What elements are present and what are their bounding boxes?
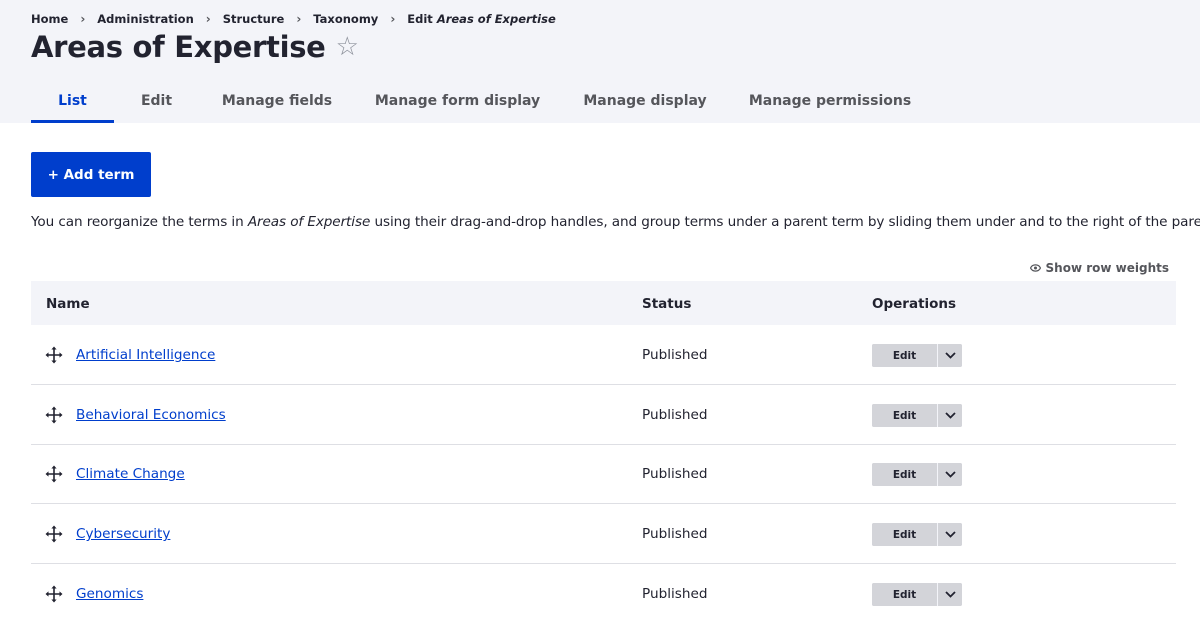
help-text: You can reorganize the terms in Areas of… [31,214,1200,230]
breadcrumb-taxonomy[interactable]: Taxonomy [313,12,378,26]
chevron-down-icon [944,531,956,538]
operations-toggle[interactable] [938,523,962,546]
edit-button[interactable]: Edit [872,344,938,367]
operations-toggle[interactable] [938,344,962,367]
chevron-right-icon: › [205,12,211,26]
chevron-down-icon [944,412,956,419]
drag-handle-icon[interactable] [45,346,63,364]
operations-dropbutton: Edit [872,344,962,367]
page-title-container: Areas of Expertise ☆ [31,30,359,64]
operations-toggle[interactable] [938,404,962,427]
term-link[interactable]: Artificial Intelligence [76,347,215,363]
tab-manage-display[interactable]: Manage display [560,84,730,123]
table-row: Behavioral Economics Published Edit [31,385,1176,445]
operations-toggle[interactable] [938,583,962,606]
drag-handle-icon[interactable] [45,585,63,603]
breadcrumb-current-prefix: Edit [407,12,433,26]
term-link[interactable]: Climate Change [76,466,185,482]
breadcrumb-structure[interactable]: Structure [223,12,285,26]
page-title: Areas of Expertise [31,30,326,64]
chevron-right-icon: › [296,12,302,26]
term-link[interactable]: Cybersecurity [76,526,170,542]
chevron-right-icon: › [390,12,396,26]
table-row: Artificial Intelligence Published Edit [31,325,1176,385]
breadcrumb-administration[interactable]: Administration [97,12,194,26]
drag-handle-icon[interactable] [45,525,63,543]
operations-dropbutton: Edit [872,523,962,546]
show-row-weights-toggle[interactable]: Show row weights [1029,261,1169,275]
page-header: Home › Administration › Structure › Taxo… [0,0,1200,123]
breadcrumb-current[interactable]: Edit Areas of Expertise [407,12,556,26]
operations-dropbutton: Edit [872,404,962,427]
operations-dropbutton: Edit [872,463,962,486]
eye-icon [1029,264,1041,272]
term-status: Published [642,347,708,363]
help-text-before: You can reorganize the terms in [31,214,248,230]
chevron-right-icon: › [80,12,86,26]
table-row: Cybersecurity Published Edit [31,504,1176,564]
taxonomy-terms-table: Name Status Operations Artificial Intell… [31,281,1176,606]
drag-handle-icon[interactable] [45,465,63,483]
chevron-down-icon [944,471,956,478]
edit-button[interactable]: Edit [872,404,938,427]
term-link[interactable]: Genomics [76,586,143,602]
operations-toggle[interactable] [938,463,962,486]
tab-edit[interactable]: Edit [114,84,199,123]
tab-manage-permissions[interactable]: Manage permissions [730,84,930,123]
term-status: Published [642,407,708,423]
table-row: Climate Change Published Edit [31,444,1176,504]
breadcrumb: Home › Administration › Structure › Taxo… [31,12,556,26]
operations-dropbutton: Edit [872,583,962,606]
primary-tabs: List Edit Manage fields Manage form disp… [31,84,930,123]
edit-button[interactable]: Edit [872,523,938,546]
term-status: Published [642,466,708,482]
breadcrumb-current-vocabulary: Areas of Expertise [436,12,556,26]
tab-list[interactable]: List [31,84,114,123]
column-header-operations: Operations [872,296,957,312]
star-outline-icon[interactable]: ☆ [336,34,359,60]
breadcrumb-home[interactable]: Home [31,12,68,26]
chevron-down-icon [944,591,956,598]
term-status: Published [642,586,708,602]
term-status: Published [642,526,708,542]
term-link[interactable]: Behavioral Economics [76,407,226,423]
table-header: Name Status Operations [31,281,1176,325]
help-text-vocabulary: Areas of Expertise [247,214,371,230]
column-header-status: Status [642,296,692,312]
drag-handle-icon[interactable] [45,406,63,424]
chevron-down-icon [944,352,956,359]
table-row: Genomics Published Edit [31,564,1176,618]
tab-manage-fields[interactable]: Manage fields [199,84,355,123]
tab-manage-form-display[interactable]: Manage form display [355,84,560,123]
column-header-name: Name [46,296,90,312]
show-row-weights-label: Show row weights [1045,261,1169,275]
add-term-button[interactable]: + Add term [31,152,151,197]
edit-button[interactable]: Edit [872,583,938,606]
edit-button[interactable]: Edit [872,463,938,486]
help-text-after: using their drag-and-drop handles, and g… [370,214,1200,230]
